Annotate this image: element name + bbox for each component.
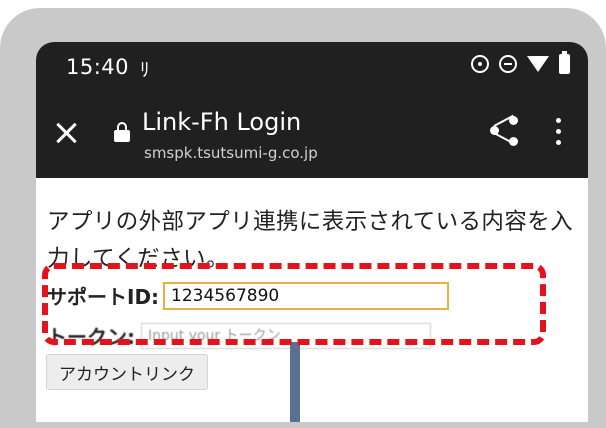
browser-app-bar: Link-Fh Login smspk.tsutsumi-g.co.jp — [36, 92, 588, 178]
status-bar: 15:40 ﾘ — [36, 42, 588, 92]
support-id-label: サポートID: — [47, 285, 160, 309]
support-id-input[interactable] — [163, 281, 450, 310]
status-icons — [471, 51, 570, 74]
battery-icon — [559, 51, 570, 74]
token-row: トークン: — [47, 321, 431, 350]
do-not-disturb-icon — [499, 55, 517, 73]
phone-screen: 15:40 ﾘ Link-Fh Login smspk.tsutsumi-g.c… — [36, 42, 588, 422]
support-id-row: サポートID: — [47, 281, 450, 310]
account-link-button[interactable]: アカウントリンク — [46, 354, 208, 390]
page-title: Link-Fh Login — [142, 108, 302, 136]
status-time: 15:40 — [66, 55, 130, 79]
pointer-indicator — [290, 342, 300, 422]
location-icon — [471, 55, 489, 73]
more-options-icon[interactable] — [556, 118, 562, 146]
close-icon[interactable] — [54, 120, 80, 146]
notification-icon: ﾘ — [140, 59, 150, 81]
instruction-text: アプリの外部アプリ連携に表示されている内容を入力してください。 — [47, 209, 574, 272]
token-input[interactable] — [141, 322, 431, 349]
wifi-icon — [527, 56, 549, 72]
share-icon[interactable] — [490, 114, 518, 146]
token-label: トークン: — [47, 325, 135, 349]
page-url: smspk.tsutsumi-g.co.jp — [144, 144, 318, 162]
lock-icon — [114, 122, 130, 142]
page-content: アプリの外部アプリ連携に表示されている内容を入力してください。 サポートID: … — [36, 178, 588, 422]
